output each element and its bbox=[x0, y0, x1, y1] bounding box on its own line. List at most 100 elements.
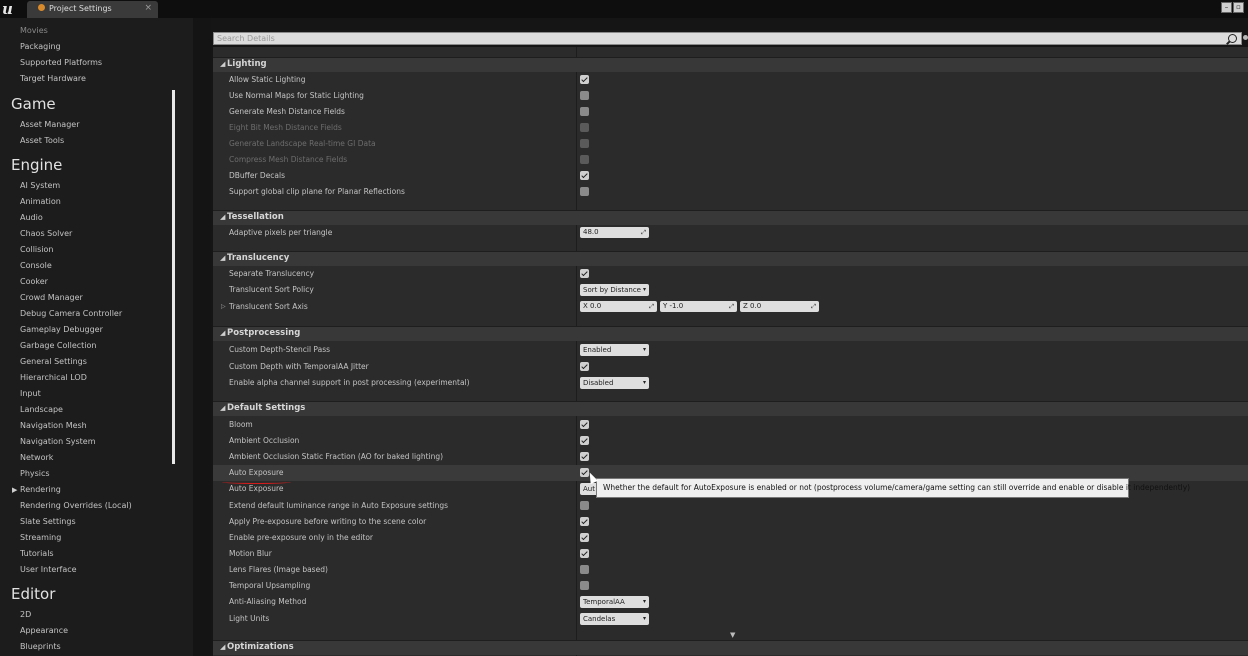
sidebar-item-collision[interactable]: Collision bbox=[20, 245, 54, 254]
stencil-pass-dropdown[interactable]: Enabled ▾ bbox=[580, 344, 649, 356]
restore-icon[interactable]: ▫ bbox=[1233, 2, 1244, 13]
clip-plane-checkbox[interactable] bbox=[580, 187, 589, 196]
spin-arrow-icon[interactable]: ⤢ bbox=[729, 301, 734, 312]
category-optimizations[interactable]: ◢ Optimizations bbox=[213, 640, 1248, 655]
temporal-jitter-checkbox[interactable] bbox=[580, 362, 589, 371]
mesh-distance-fields-checkbox[interactable] bbox=[580, 107, 589, 116]
anti-aliasing-dropdown[interactable]: TemporalAA ▾ bbox=[580, 596, 649, 608]
category-translucency[interactable]: ◢ Translucency bbox=[213, 251, 1248, 266]
category-tessellation[interactable]: ◢ Tessellation bbox=[213, 210, 1248, 225]
category-title: Translucency bbox=[227, 253, 290, 263]
sidebar-item-gameplay-debugger[interactable]: Gameplay Debugger bbox=[20, 325, 103, 334]
property-label: Motion Blur bbox=[229, 549, 272, 558]
extend-luminance-checkbox[interactable] bbox=[580, 501, 589, 510]
dropdown-caret-icon: ▾ bbox=[642, 615, 646, 622]
property-label: Ambient Occlusion bbox=[229, 436, 300, 445]
pre-exposure-checkbox[interactable] bbox=[580, 517, 589, 526]
view-options-icon[interactable] bbox=[1243, 35, 1248, 40]
sidebar-item-slate-settings[interactable]: Slate Settings bbox=[20, 517, 76, 526]
category-postprocessing[interactable]: ◢ Postprocessing bbox=[213, 326, 1248, 341]
sidebar-item-physics[interactable]: Physics bbox=[20, 469, 50, 478]
allow-static-lighting-checkbox[interactable] bbox=[580, 75, 589, 84]
normal-maps-checkbox[interactable] bbox=[580, 91, 589, 100]
sidebar-item-movies[interactable]: Movies bbox=[20, 26, 48, 35]
axis-y-input[interactable]: Y -1.0 ⤢ bbox=[660, 301, 737, 312]
property-row: Light Units Candelas ▾ bbox=[213, 611, 1248, 627]
sidebar-scrollbar[interactable] bbox=[172, 90, 175, 464]
sidebar-item-crowd-manager[interactable]: Crowd Manager bbox=[20, 293, 83, 302]
sidebar-item-tutorials[interactable]: Tutorials bbox=[20, 549, 54, 558]
sidebar-item-landscape[interactable]: Landscape bbox=[20, 405, 63, 414]
sidebar-item-target-hardware[interactable]: Target Hardware bbox=[20, 74, 86, 83]
unreal-logo-icon[interactable]: u bbox=[2, 0, 18, 18]
sidebar-item-2d[interactable]: 2D bbox=[20, 610, 31, 619]
dbuffer-decals-checkbox[interactable] bbox=[580, 171, 589, 180]
tab-project-settings[interactable]: Project Settings × bbox=[27, 1, 158, 18]
minimize-icon[interactable]: – bbox=[1221, 2, 1232, 13]
sidebar-item-navigation-system[interactable]: Navigation System bbox=[20, 437, 96, 446]
ambient-occlusion-checkbox[interactable] bbox=[580, 436, 589, 445]
spin-arrow-icon[interactable]: ⤢ bbox=[649, 301, 654, 312]
sidebar-item-general-settings[interactable]: General Settings bbox=[20, 357, 87, 366]
sidebar-item-ai-system[interactable]: AI System bbox=[20, 181, 60, 190]
property-label: Extend default luminance range in Auto E… bbox=[229, 501, 449, 510]
property-row: Extend default luminance range in Auto E… bbox=[213, 498, 1248, 514]
search-icon[interactable] bbox=[1228, 34, 1237, 43]
temporal-upsampling-checkbox[interactable] bbox=[580, 581, 589, 590]
property-row: Adaptive pixels per triangle 48.0 ⤢ bbox=[213, 225, 1248, 241]
expand-arrow-icon[interactable]: ▷ bbox=[221, 303, 226, 310]
sidebar-item-rendering-overrides[interactable]: Rendering Overrides (Local) bbox=[20, 501, 132, 510]
sidebar-item-network[interactable]: Network bbox=[20, 453, 53, 462]
sort-policy-dropdown[interactable]: Sort by Distance ▾ bbox=[580, 284, 649, 296]
spin-arrow-icon[interactable]: ⤢ bbox=[811, 301, 816, 312]
search-details-input[interactable]: Search Details bbox=[213, 32, 1242, 45]
spin-arrow-icon[interactable]: ⤢ bbox=[641, 227, 646, 238]
property-row: Generate Landscape Real-time GI Data bbox=[213, 136, 1248, 152]
alpha-channel-dropdown[interactable]: Disabled ▾ bbox=[580, 377, 649, 389]
axis-x-input[interactable]: X 0.0 ⤢ bbox=[580, 301, 657, 312]
ao-static-fraction-checkbox[interactable] bbox=[580, 452, 589, 461]
light-units-dropdown[interactable]: Candelas ▾ bbox=[580, 613, 649, 625]
sidebar-item-streaming[interactable]: Streaming bbox=[20, 533, 61, 542]
sidebar-item-asset-manager[interactable]: Asset Manager bbox=[20, 120, 79, 129]
sidebar-item-asset-tools[interactable]: Asset Tools bbox=[20, 136, 64, 145]
motion-blur-checkbox[interactable] bbox=[580, 549, 589, 558]
bloom-checkbox[interactable] bbox=[580, 420, 589, 429]
property-row: Custom Depth-Stencil Pass Enabled ▾ bbox=[213, 342, 1248, 358]
property-row: Anti-Aliasing Method TemporalAA ▾ bbox=[213, 594, 1248, 610]
category-default-settings[interactable]: ◢ Default Settings bbox=[213, 401, 1248, 416]
sidebar-item-hierarchical-lod[interactable]: Hierarchical LOD bbox=[20, 373, 87, 382]
sidebar-item-user-interface[interactable]: User Interface bbox=[20, 565, 77, 574]
category-title: Tessellation bbox=[227, 212, 284, 222]
red-annotation-underline bbox=[222, 480, 291, 484]
property-label: Ambient Occlusion Static Fraction (AO fo… bbox=[229, 452, 444, 461]
sidebar-item-cooker[interactable]: Cooker bbox=[20, 277, 48, 286]
sidebar-item-appearance[interactable]: Appearance bbox=[20, 626, 68, 635]
property-row: Temporal Upsampling bbox=[213, 578, 1248, 594]
tab-close-icon[interactable]: × bbox=[144, 3, 152, 13]
sidebar-item-supported-platforms[interactable]: Supported Platforms bbox=[20, 58, 102, 67]
input-value: Z 0.0 bbox=[743, 302, 762, 310]
axis-z-input[interactable]: Z 0.0 ⤢ bbox=[740, 301, 819, 312]
category-lighting[interactable]: ◢ Lighting bbox=[213, 57, 1248, 72]
sidebar-item-navigation-mesh[interactable]: Navigation Mesh bbox=[20, 421, 87, 430]
sidebar-item-audio[interactable]: Audio bbox=[20, 213, 43, 222]
property-label: Adaptive pixels per triangle bbox=[229, 228, 333, 237]
pre-exposure-editor-checkbox[interactable] bbox=[580, 533, 589, 542]
category-title: Lighting bbox=[227, 59, 267, 69]
sidebar-item-animation[interactable]: Animation bbox=[20, 197, 61, 206]
sidebar-item-debug-camera-controller[interactable]: Debug Camera Controller bbox=[20, 309, 122, 318]
sidebar-item-rendering[interactable]: Rendering bbox=[20, 485, 61, 494]
sidebar-item-input[interactable]: Input bbox=[20, 389, 41, 398]
show-advanced-icon[interactable]: ▼ bbox=[730, 631, 735, 639]
sidebar-item-garbage-collection[interactable]: Garbage Collection bbox=[20, 341, 96, 350]
separate-translucency-checkbox[interactable] bbox=[580, 269, 589, 278]
adaptive-pixels-input[interactable]: 48.0 ⤢ bbox=[580, 227, 649, 238]
sidebar-item-chaos-solver[interactable]: Chaos Solver bbox=[20, 229, 72, 238]
sidebar-item-console[interactable]: Console bbox=[20, 261, 52, 270]
dropdown-value: Enabled bbox=[583, 346, 612, 354]
lens-flares-checkbox[interactable] bbox=[580, 565, 589, 574]
property-label: Custom Depth-Stencil Pass bbox=[229, 345, 331, 354]
sidebar-item-blueprints[interactable]: Blueprints bbox=[20, 642, 61, 651]
sidebar-item-packaging[interactable]: Packaging bbox=[20, 42, 61, 51]
